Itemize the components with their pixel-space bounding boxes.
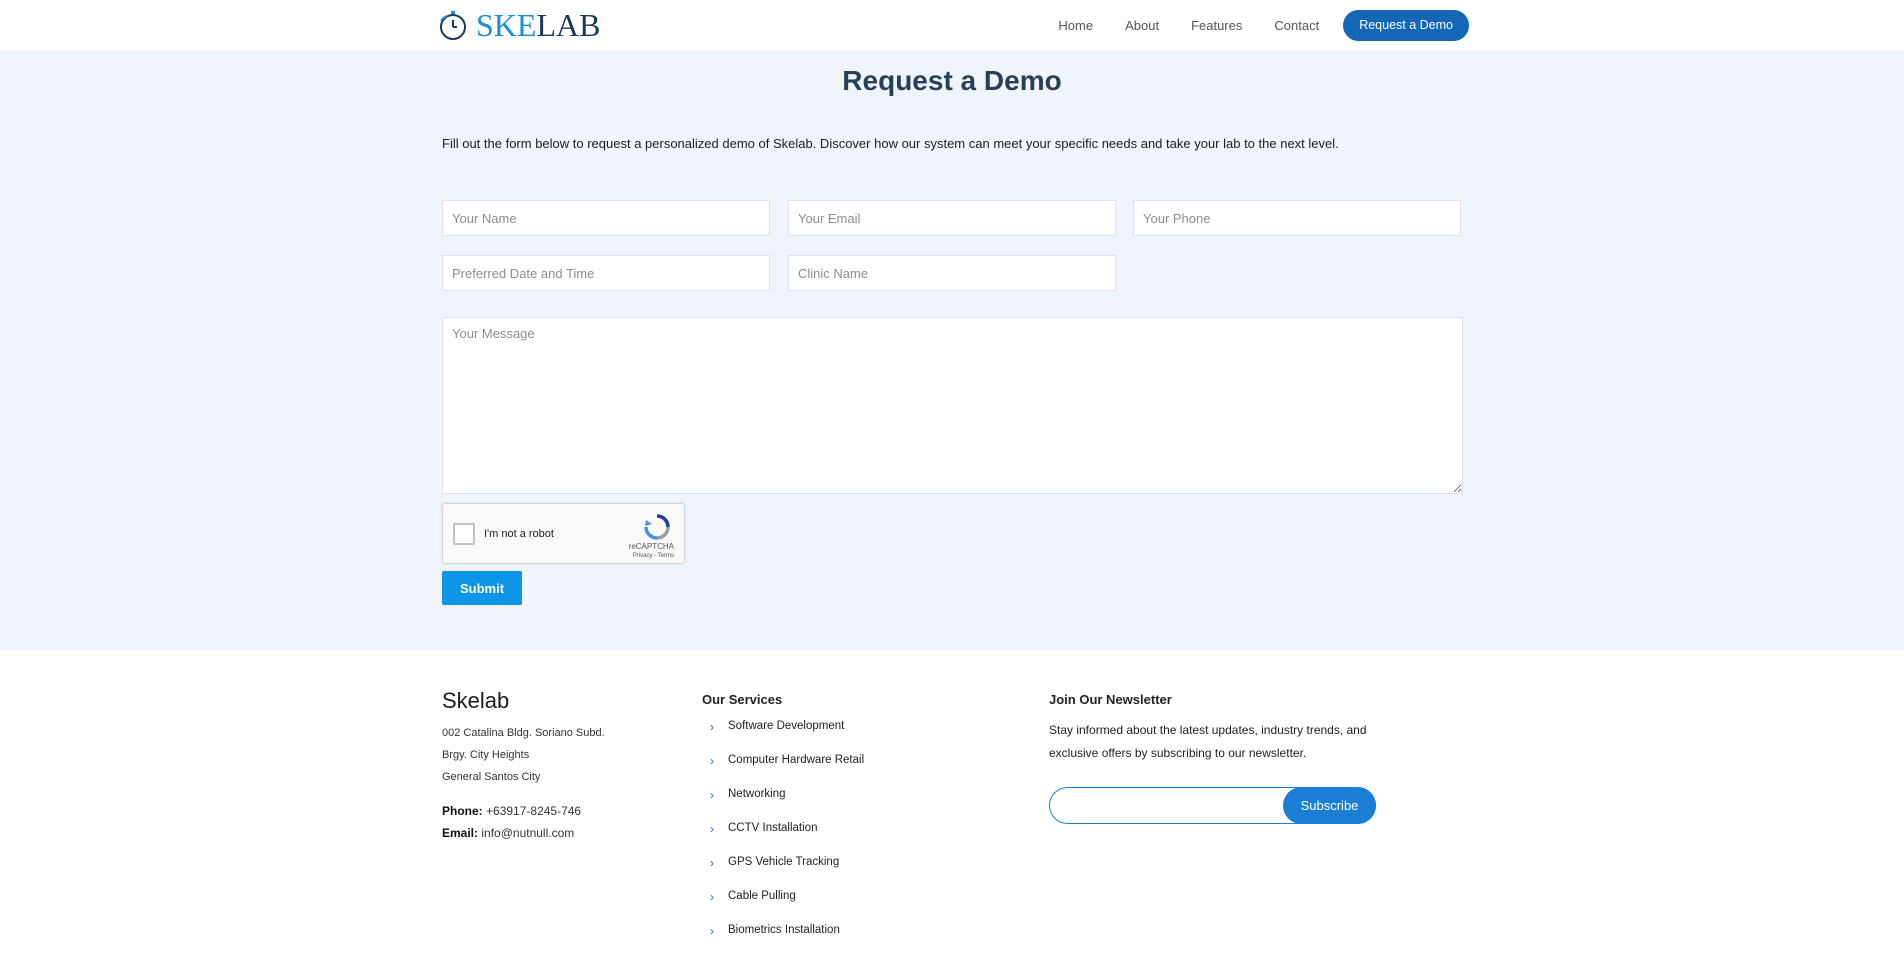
recaptcha-widget: I'm not a robot reCAPTCHA Privacy - Term… [442,503,685,564]
chevron-right-icon: › [710,822,714,836]
service-item[interactable]: › Biometrics Installation [710,924,864,958]
logo[interactable]: SKELAB [438,7,600,43]
chevron-right-icon: › [710,720,714,734]
nav-features[interactable]: Features [1191,18,1242,33]
phone-value[interactable]: +63917-8245-746 [486,804,581,818]
clinic-field[interactable] [788,255,1116,291]
intro-text: Fill out the form below to request a per… [442,136,1339,151]
page-title: Request a Demo [842,65,1062,96]
nav-about[interactable]: About [1125,18,1159,33]
stopwatch-icon [438,9,470,41]
recaptcha-icon [642,512,672,542]
subscribe-button[interactable]: Subscribe [1283,787,1376,824]
name-field[interactable] [442,200,770,236]
service-item[interactable]: › Computer Hardware Retail [710,754,864,788]
service-item[interactable]: › Cable Pulling [710,890,864,924]
newsletter-form: Subscribe [1049,787,1376,824]
footer-address: 002 Catalina Bldg. Soriano Subd. Brgy. C… [442,722,605,788]
request-demo-button[interactable]: Request a Demo [1343,9,1469,41]
main-nav: Home About Features Contact Request a De… [1026,9,1469,41]
recaptcha-brand: reCAPTCHA [628,542,674,551]
service-item[interactable]: › CCTV Installation [710,822,864,856]
footer-phone: Phone: +63917-8245-746 [442,804,582,818]
services-heading: Our Services [702,692,783,707]
service-item[interactable]: › GPS Vehicle Tracking [710,856,864,890]
demo-request-section: Request a Demo Fill out the form below t… [0,50,1904,650]
footer-contact: Phone: +63917-8245-746 Email: info@nutnu… [442,800,581,844]
site-footer: Skelab 002 Catalina Bldg. Soriano Subd. … [0,650,1904,944]
phone-field[interactable] [1133,200,1461,236]
nav-contact[interactable]: Contact [1274,18,1319,33]
chevron-right-icon: › [710,924,714,938]
service-item[interactable]: › Software Development [710,720,864,754]
newsletter-email-input[interactable] [1060,793,1270,818]
submit-button[interactable]: Submit [442,571,522,605]
chevron-right-icon: › [710,754,714,768]
recaptcha-checkbox[interactable] [453,523,475,545]
email-field[interactable] [788,200,1116,236]
address-line: General Santos City [442,771,541,783]
services-list: › Software Development › Computer Hardware… [710,720,864,958]
nav-home[interactable]: Home [1058,18,1093,33]
newsletter-text: Stay informed about the latest updates, … [1049,723,1367,760]
address-line: 002 Catalina Bldg. Soriano Subd. [442,727,605,739]
chevron-right-icon: › [710,890,714,904]
email-value[interactable]: info@nutnull.com [481,826,574,840]
datetime-field[interactable] [442,255,770,291]
recaptcha-label: I'm not a robot [484,528,554,540]
service-item[interactable]: › Networking [710,788,864,822]
site-header: SKELAB Home About Features Contact Reque… [0,0,1904,50]
recaptcha-terms[interactable]: Privacy - Terms [633,553,674,559]
chevron-right-icon: › [710,788,714,802]
footer-brand: Skelab [442,688,510,713]
chevron-right-icon: › [710,856,714,870]
footer-email: Email: info@nutnull.com [442,826,575,840]
address-line: Brgy. City Heights [442,749,530,761]
newsletter-heading: Join Our Newsletter [1049,692,1172,707]
logo-text: SKELAB [476,7,601,43]
message-field[interactable] [442,317,1463,494]
